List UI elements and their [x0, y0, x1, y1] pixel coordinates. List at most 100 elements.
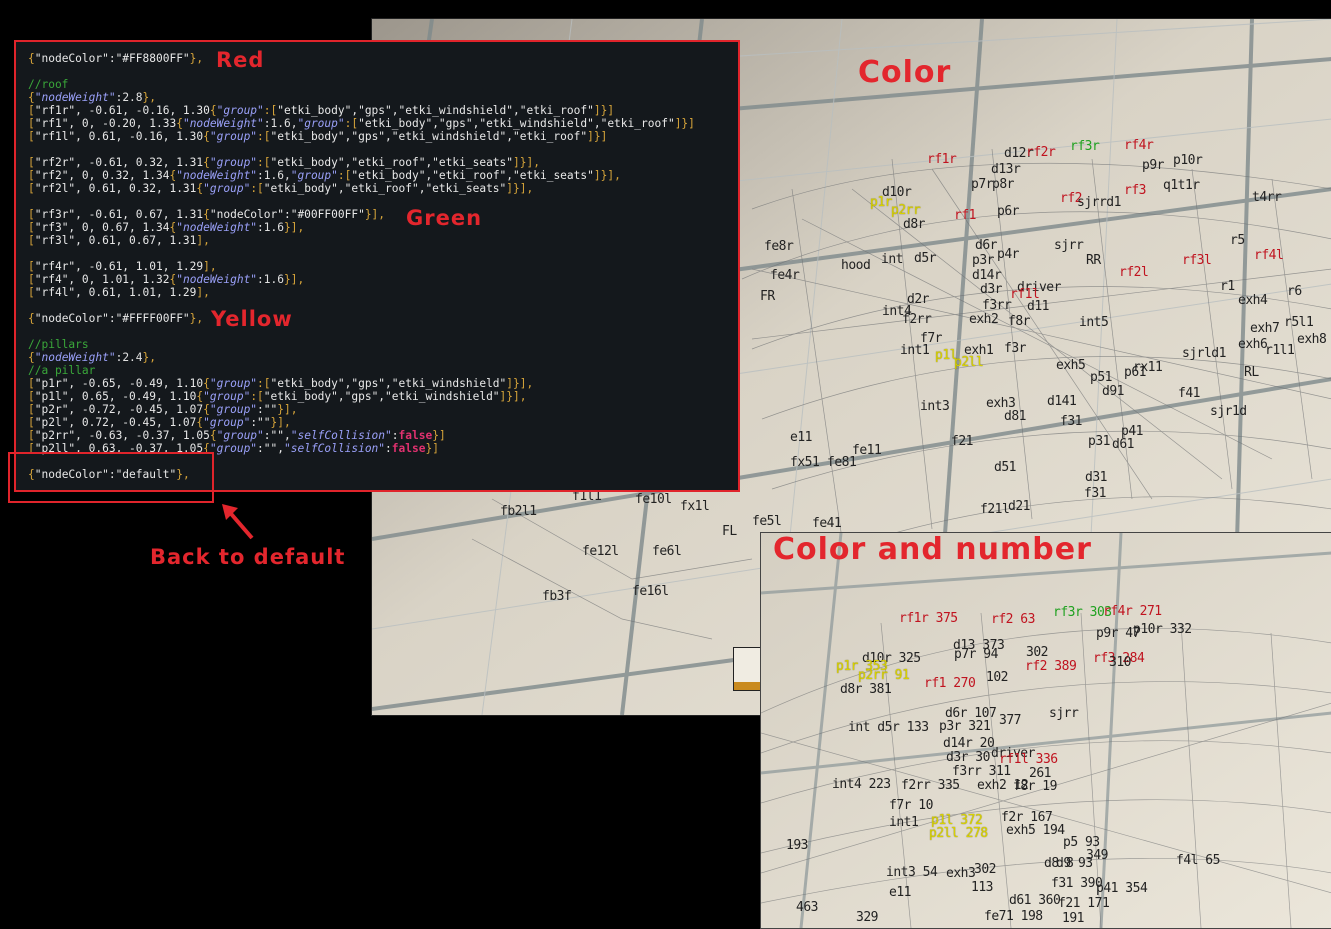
code-token: :"", [257, 442, 284, 455]
code-token: "group" [290, 169, 338, 182]
code-line[interactable]: ["p1r", -0.65, -0.49, 1.10{"group":["etk… [28, 377, 738, 390]
code-token: { [203, 377, 210, 390]
node-label: fe5l [752, 514, 782, 529]
node-label: f41 [1178, 386, 1200, 401]
node-label: p9r [1142, 158, 1164, 173]
code-line[interactable]: ["rf1r", -0.61, -0.16, 1.30{"group":["et… [28, 104, 738, 117]
jbeam-code-editor[interactable]: {"nodeColor":"#FF8800FF"},//roof {"nodeWe… [14, 40, 740, 492]
code-line[interactable]: ["p2r", -0.72, -0.45, 1.07{"group":""}], [28, 403, 738, 416]
code-token: { [203, 130, 210, 143]
code-line[interactable] [28, 299, 738, 312]
code-line[interactable]: {"nodeColor":"#FFFF00FF"}, [28, 312, 738, 325]
code-token: [ [28, 130, 35, 143]
code-token: :[ [257, 130, 271, 143]
node-label: f8r [1008, 314, 1030, 329]
node-label: rf3r [1070, 139, 1100, 154]
code-token: "rf1", 0, -0.20, 1.33 [34, 117, 177, 130]
code-line[interactable]: ["rf2r", -0.61, 0.32, 1.31{"group":["etk… [28, 156, 738, 169]
code-line[interactable]: ["rf2l", 0.61, 0.32, 1.31{"group":["etki… [28, 182, 738, 195]
code-line[interactable] [28, 65, 738, 78]
code-token: [ [28, 117, 35, 130]
code-token: [ [28, 403, 35, 416]
code-line[interactable]: ["p2rr", -0.63, -0.37, 1.05{"group":"","… [28, 429, 738, 442]
node-label: d91 [1102, 384, 1124, 399]
code-token: "group" [216, 104, 264, 117]
code-line[interactable] [28, 247, 738, 260]
code-line[interactable]: //a pillar [28, 364, 738, 377]
node-label: fe10l [635, 492, 672, 507]
code-line[interactable]: ["rf4r", -0.61, 1.01, 1.29], [28, 260, 738, 273]
code-line[interactable]: ["rf1l", 0.61, -0.16, 1.30{"group":["etk… [28, 130, 738, 143]
code-token: }], [270, 416, 291, 429]
node-label: rf1 270 [924, 676, 976, 691]
code-line[interactable]: ["rf3l", 0.61, 0.67, 1.31], [28, 234, 738, 247]
code-token: { [28, 351, 35, 364]
node-label: r5l1 [1284, 315, 1314, 330]
annotation-yellow: Yellow [211, 307, 293, 331]
code-token: ]}] [674, 117, 695, 130]
node-label: rf2 389 [1025, 659, 1077, 674]
code-token: "p1r", -0.65, -0.49, 1.10 [34, 377, 204, 390]
annotation-red: Red [216, 48, 265, 72]
code-line[interactable] [28, 325, 738, 338]
code-token: ], [196, 234, 210, 247]
code-line[interactable]: ["rf1", 0, -0.20, 1.33{"nodeWeight":1.6,… [28, 117, 738, 130]
node-label: fe41 [812, 516, 842, 531]
code-line[interactable]: ["rf4l", 0.61, 1.01, 1.29], [28, 286, 738, 299]
ui-gauge [733, 647, 761, 691]
node-label: d21 [1008, 499, 1030, 514]
code-line[interactable]: //roof [28, 78, 738, 91]
code-token: ]}] [587, 130, 608, 143]
code-token: "nodeWeight" [182, 117, 264, 130]
code-token: "nodeWeight" [176, 221, 258, 234]
code-line[interactable]: ["rf2", 0, 0.32, 1.34{"nodeWeight":1.6,"… [28, 169, 738, 182]
code-token: }, [189, 52, 204, 65]
node-label: p31 [1088, 434, 1110, 449]
code-line[interactable] [28, 195, 738, 208]
code-line[interactable]: //pillars [28, 338, 738, 351]
node-label: 377 [999, 713, 1021, 728]
code-token: [ [28, 260, 35, 273]
code-token: }, [142, 351, 157, 364]
node-label: rf3 [1124, 183, 1146, 198]
code-token: "p1l", 0.65, -0.49, 1.10 [34, 390, 197, 403]
code-line[interactable]: {"nodeWeight":2.8}, [28, 91, 738, 104]
code-line[interactable]: ["rf4", 0, 1.01, 1.32{"nodeWeight":1.6}]… [28, 273, 738, 286]
code-line[interactable]: ["rf3", 0, 0.67, 1.34{"nodeWeight":1.6}]… [28, 221, 738, 234]
code-token: //roof [28, 78, 69, 91]
annotation-green: Green [406, 206, 483, 230]
code-token: }, [142, 91, 157, 104]
node-label: d81 [1004, 409, 1026, 424]
code-token: [ [28, 182, 35, 195]
code-token: [ [28, 377, 35, 390]
code-token: :1.6, [263, 117, 298, 130]
code-token: "nodeWeight" [34, 351, 116, 364]
node-label: e11 [889, 885, 911, 900]
code-line[interactable]: {"nodeWeight":2.4}, [28, 351, 738, 364]
node-label: int5 [1079, 315, 1109, 330]
code-token: "rf4", 0, 1.01, 1.32 [34, 273, 170, 286]
node-label: f4l 65 [1176, 853, 1220, 868]
node-label: p6r [997, 204, 1019, 219]
node-label: r5 [1230, 233, 1245, 248]
code-line[interactable]: ["p2l", 0.72, -0.45, 1.07{"group":""}], [28, 416, 738, 429]
node-label: d14r [972, 268, 1002, 283]
code-token: }, [189, 312, 204, 325]
code-line[interactable]: {"nodeColor":"#FF8800FF"}, [28, 52, 738, 65]
code-token: }] [425, 442, 439, 455]
node-label: f21l [980, 502, 1010, 517]
node-label: hood [841, 258, 871, 273]
code-line[interactable]: ["rf3r", -0.61, 0.67, 1.31{"nodeColor":"… [28, 208, 738, 221]
node-label: p8r [992, 177, 1014, 192]
code-token: { [28, 312, 35, 325]
code-line[interactable] [28, 143, 738, 156]
node-label: p2rr 91 [858, 668, 910, 683]
node-label: sjrld1 [1182, 346, 1226, 361]
arrow-icon [222, 504, 254, 540]
code-line[interactable]: ["p1l", 0.65, -0.49, 1.10{"group":["etki… [28, 390, 738, 403]
code-token: { [28, 91, 35, 104]
node-label: f21 171 [1058, 896, 1110, 911]
node-label: p7r 94 [954, 647, 998, 662]
code-token: :1.6 [257, 221, 284, 234]
node-label: p51 [1090, 370, 1112, 385]
